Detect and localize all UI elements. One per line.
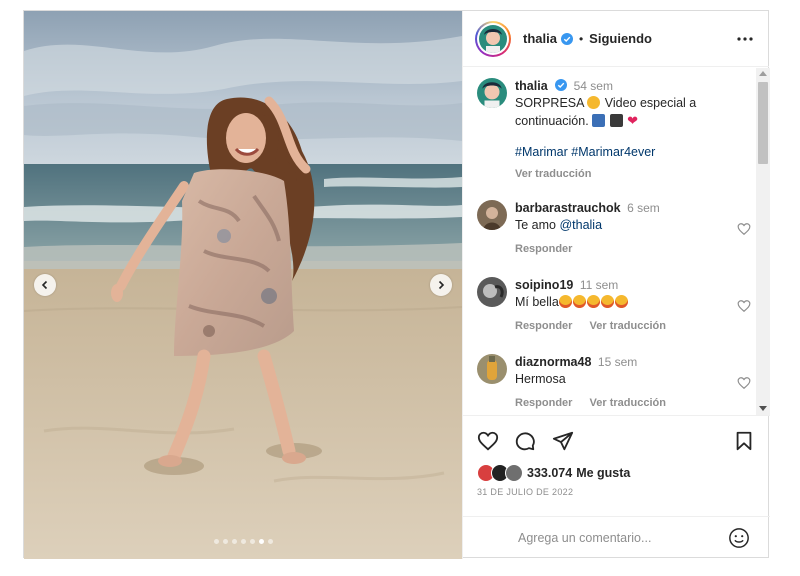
post-actions-bar — [477, 430, 757, 454]
author-avatar — [479, 24, 507, 53]
scroll-up-arrow-icon[interactable] — [759, 71, 767, 76]
liker-avatars — [477, 464, 523, 482]
comments-list[interactable]: thalia 54 sem SORPRESA Video especial a … — [463, 68, 770, 415]
comment-input[interactable] — [518, 527, 718, 549]
more-options-button[interactable] — [735, 29, 755, 49]
heart-eyes-emoji-icon — [586, 295, 600, 308]
avatar — [477, 277, 507, 307]
caption-time: 54 sem — [573, 79, 613, 93]
hashtag-marimar[interactable]: #Marimar — [515, 145, 568, 159]
comment-text: Te amo — [515, 218, 560, 232]
heart-eyes-emoji-icon — [572, 295, 586, 308]
bookmark-icon[interactable] — [733, 430, 755, 452]
beach-photo — [24, 11, 462, 559]
scroll-down-arrow-icon[interactable] — [759, 406, 767, 411]
add-comment-bar — [463, 516, 770, 560]
red-heart-emoji-icon: ❤ — [627, 113, 639, 128]
commenter-avatar[interactable] — [477, 277, 507, 307]
avatar — [477, 200, 507, 230]
heart-eyes-emoji-icon — [558, 295, 572, 308]
comment-username[interactable]: barbarastrauchok — [515, 201, 621, 215]
header-separator: • — [578, 31, 584, 46]
carousel-dot — [213, 539, 219, 544]
post-media[interactable] — [24, 11, 462, 559]
next-slide-button[interactable] — [430, 274, 452, 296]
comment-item: soipino19 11 sem Mí bella Responder Ver … — [477, 277, 751, 335]
comment-username[interactable]: soipino19 — [515, 278, 573, 292]
carousel-indicator — [24, 539, 462, 544]
chevron-right-icon — [438, 280, 445, 290]
caption: thalia 54 sem SORPRESA Video especial a … — [477, 78, 745, 183]
newspaper-emoji-icon — [592, 114, 606, 127]
scroll-thumb[interactable] — [758, 82, 768, 164]
likes-count[interactable]: 333.074 — [527, 466, 572, 480]
reply-button[interactable]: Responder — [515, 397, 572, 409]
heart-eyes-emoji-group — [558, 295, 629, 309]
carousel-dot — [267, 539, 273, 544]
caption-username[interactable]: thalia — [515, 79, 548, 93]
post-date: 31 DE JULIO DE 2022 — [477, 487, 574, 497]
commenter-avatar[interactable] — [477, 200, 507, 230]
carousel-dot — [240, 539, 246, 544]
translate-link[interactable]: Ver traducción — [590, 397, 666, 409]
caption-translate-link[interactable]: Ver traducción — [515, 168, 591, 180]
author-avatar-ring[interactable] — [475, 20, 511, 57]
carousel-dot — [231, 539, 237, 544]
carousel-dot — [249, 539, 255, 544]
commenter-avatar[interactable] — [477, 354, 507, 384]
comment-time: 11 sem — [579, 278, 619, 292]
avatar — [477, 354, 507, 384]
carousel-dot — [222, 539, 228, 544]
caption-avatar[interactable] — [477, 78, 507, 108]
likes-summary[interactable]: 333.074 Me gusta — [477, 464, 630, 482]
verified-badge-icon — [560, 32, 573, 45]
comment-item: barbarastrauchok 6 sem Te amo @thalia Re… — [477, 200, 751, 258]
share-icon[interactable] — [552, 430, 574, 452]
post-footer: 333.074 Me gusta 31 DE JULIO DE 2022 — [463, 415, 770, 559]
comment-icon[interactable] — [514, 430, 536, 452]
clapper-board-emoji-icon — [609, 114, 623, 127]
previous-slide-button[interactable] — [34, 274, 56, 296]
like-comment-heart-icon[interactable] — [737, 299, 751, 313]
caption-text-start: SORPRESA — [515, 96, 584, 110]
star-struck-emoji-icon — [587, 96, 601, 109]
heart-icon[interactable] — [477, 430, 499, 452]
carousel-dot — [258, 539, 264, 544]
post-header: thalia • Siguiendo — [463, 11, 769, 67]
comment-item: diaznorma48 15 sem Hermosa Responder Ver… — [477, 354, 751, 412]
post-side-panel: thalia • Siguiendo thalia 54 sem SORPRES… — [462, 11, 770, 559]
emoji-icon[interactable] — [728, 527, 750, 549]
comment-username[interactable]: diaznorma48 — [515, 355, 591, 369]
more-options-icon — [737, 37, 753, 41]
reply-button[interactable]: Responder — [515, 243, 572, 255]
comment-text: Hermosa — [515, 372, 566, 386]
likes-label[interactable]: Me gusta — [576, 466, 630, 480]
like-comment-heart-icon[interactable] — [737, 376, 751, 390]
comments-scrollbar[interactable] — [756, 68, 770, 415]
following-button[interactable]: Siguiendo — [589, 31, 652, 46]
verified-badge-icon — [555, 79, 568, 91]
avatar — [505, 464, 523, 482]
like-comment-heart-icon[interactable] — [737, 222, 751, 236]
reply-button[interactable]: Responder — [515, 320, 572, 332]
comment-time: 15 sem — [597, 355, 638, 369]
comment-text: Mí bella — [515, 295, 559, 309]
heart-eyes-emoji-icon — [600, 295, 614, 308]
instagram-post-modal: thalia • Siguiendo thalia 54 sem SORPRES… — [23, 10, 770, 559]
author-username[interactable]: thalia — [523, 31, 557, 46]
chevron-left-icon — [41, 280, 48, 290]
comment-time: 6 sem — [627, 201, 660, 215]
author-avatar — [477, 78, 507, 108]
comment-mention[interactable]: @thalia — [559, 218, 602, 232]
heart-eyes-emoji-icon — [614, 295, 628, 308]
hashtag-marimar4ever[interactable]: #Marimar4ever — [571, 145, 655, 159]
translate-link[interactable]: Ver traducción — [590, 320, 666, 332]
